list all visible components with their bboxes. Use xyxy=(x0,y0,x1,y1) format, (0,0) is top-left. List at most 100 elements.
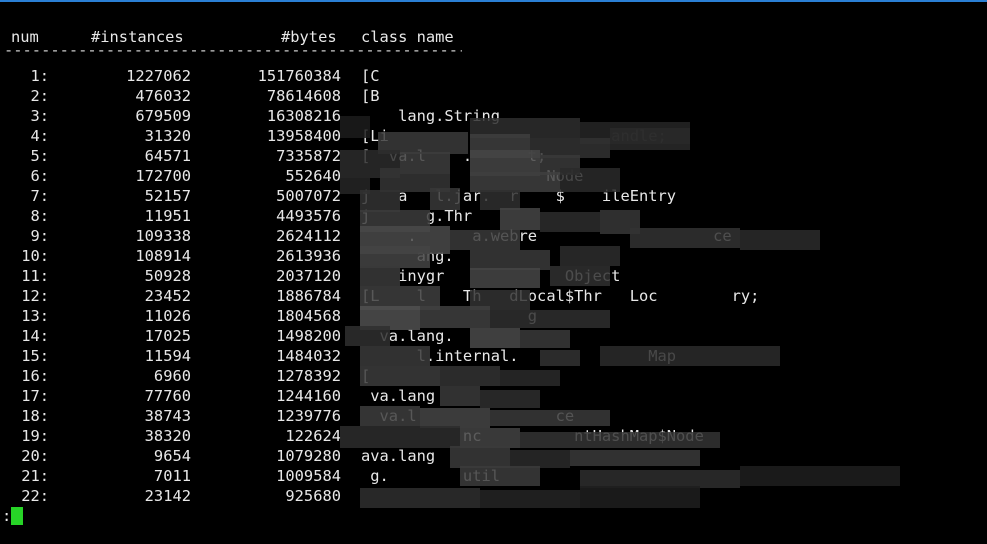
redaction-block xyxy=(600,346,780,366)
redaction-block xyxy=(470,172,560,192)
redaction-block xyxy=(500,208,540,230)
redaction-block xyxy=(460,428,520,448)
row-bytes: 1484032 xyxy=(276,347,341,365)
redaction-block xyxy=(560,246,620,266)
redaction-block xyxy=(340,116,370,138)
row-bytes: 5007072 xyxy=(276,187,341,205)
cursor-block xyxy=(11,507,23,525)
row-num: 21: xyxy=(21,467,49,485)
row-instances: 109338 xyxy=(135,227,191,245)
row-bytes: 1804568 xyxy=(276,307,341,325)
row-num: 12: xyxy=(21,287,49,305)
row-bytes: 1886784 xyxy=(276,287,341,305)
prompt-colon: : xyxy=(2,507,12,525)
row-instances: 172700 xyxy=(135,167,191,185)
row-bytes: 4493576 xyxy=(276,207,341,225)
redaction-block xyxy=(570,450,700,466)
redaction-block xyxy=(480,190,520,210)
redaction-block xyxy=(580,486,700,508)
row-bytes: 7335872 xyxy=(276,147,341,165)
redaction-block xyxy=(360,488,480,508)
redaction-block xyxy=(450,230,520,250)
row-instances: 23142 xyxy=(144,487,191,505)
redaction-block xyxy=(630,228,740,248)
redaction-block xyxy=(540,350,580,366)
row-bytes: 1498200 xyxy=(276,327,341,345)
table-row: 1: 1227062 151760384 [C xyxy=(0,66,987,86)
redaction-block xyxy=(360,266,400,286)
row-num: 1: xyxy=(30,67,49,85)
redaction-block xyxy=(430,188,460,210)
row-instances: 23452 xyxy=(144,287,191,305)
redaction-block xyxy=(520,432,720,448)
redaction-block xyxy=(360,406,420,426)
row-bytes: 2624112 xyxy=(276,227,341,245)
row-instances: 38320 xyxy=(144,427,191,445)
redaction-block xyxy=(360,346,430,366)
row-num: 3: xyxy=(30,107,49,125)
row-bytes: 2037120 xyxy=(276,267,341,285)
row-num: 18: xyxy=(21,407,49,425)
row-class-name: [C xyxy=(361,67,380,85)
row-bytes: 1009584 xyxy=(276,467,341,485)
row-class-name: [B xyxy=(361,87,380,105)
row-instances: 6960 xyxy=(153,367,191,385)
row-num: 14: xyxy=(21,327,49,345)
row-instances: 64571 xyxy=(144,147,191,165)
row-bytes: 2613936 xyxy=(276,247,341,265)
row-instances: 52157 xyxy=(144,187,191,205)
row-instances: 77760 xyxy=(144,387,191,405)
redaction-block xyxy=(490,410,610,426)
row-num: 6: xyxy=(30,167,49,185)
row-bytes: 151760384 xyxy=(257,67,341,85)
row-num: 9: xyxy=(30,227,49,245)
row-num: 15: xyxy=(21,347,49,365)
row-num: 22: xyxy=(21,487,49,505)
redaction-block xyxy=(360,190,400,212)
window-top-border xyxy=(0,0,987,2)
row-num: 20: xyxy=(21,447,49,465)
redaction-block xyxy=(740,230,820,250)
redaction-block xyxy=(610,128,690,150)
redaction-block xyxy=(550,266,610,286)
redaction-block xyxy=(345,326,390,346)
row-bytes: 122624 xyxy=(285,427,341,445)
redaction-block xyxy=(420,408,490,428)
row-bytes: 1278392 xyxy=(276,367,341,385)
row-class-name: va.lang xyxy=(361,387,436,405)
redaction-block xyxy=(440,386,480,406)
terminal-prompt[interactable]: : xyxy=(2,506,42,526)
redaction-block xyxy=(560,168,620,192)
row-instances: 679509 xyxy=(135,107,191,125)
redaction-block xyxy=(490,310,610,328)
redaction-block xyxy=(520,330,570,348)
row-instances: 1227062 xyxy=(126,67,191,85)
row-instances: 11951 xyxy=(144,207,191,225)
redaction-block xyxy=(440,366,500,386)
row-num: 16: xyxy=(21,367,49,385)
redaction-block xyxy=(470,250,550,270)
redaction-block xyxy=(540,212,600,232)
redaction-block xyxy=(360,246,430,268)
row-num: 19: xyxy=(21,427,49,445)
redaction-block xyxy=(470,328,520,348)
row-num: 4: xyxy=(30,127,49,145)
table-row: 2: 476032 78614608 [B xyxy=(0,86,987,106)
row-num: 8: xyxy=(30,207,49,225)
row-instances: 108914 xyxy=(135,247,191,265)
redaction-block xyxy=(420,306,490,328)
row-bytes: 78614608 xyxy=(266,87,341,105)
row-instances: 476032 xyxy=(135,87,191,105)
row-num: 17: xyxy=(21,387,49,405)
redaction-block xyxy=(740,466,900,486)
row-instances: 31320 xyxy=(144,127,191,145)
row-num: 10: xyxy=(21,247,49,265)
row-instances: 9654 xyxy=(153,447,191,465)
redaction-block xyxy=(460,466,540,486)
redaction-block xyxy=(470,268,540,288)
redaction-block xyxy=(480,490,580,508)
header-separator: ----------------------------------------… xyxy=(4,44,462,56)
row-bytes: 1244160 xyxy=(276,387,341,405)
table-row: 15: 11594 1484032 l.internal. Map xyxy=(0,346,987,366)
row-bytes: 16308216 xyxy=(266,107,341,125)
